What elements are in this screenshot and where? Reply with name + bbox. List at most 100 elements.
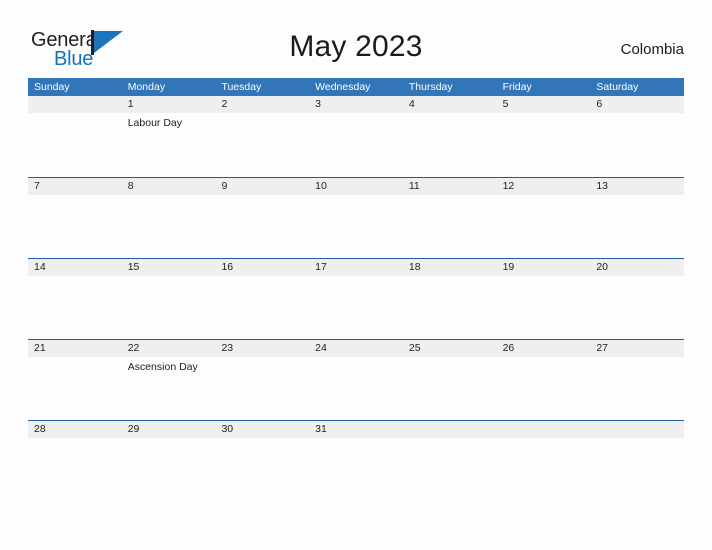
day-cell[interactable]: 5: [497, 96, 591, 113]
week-date-band: 7 8 9 10 11 12 13: [28, 178, 684, 195]
event-cell[interactable]: [215, 195, 309, 259]
event-cell[interactable]: [497, 357, 591, 421]
weekday-thursday: Thursday: [408, 81, 453, 93]
day-cell[interactable]: 31: [309, 421, 403, 438]
day-cell[interactable]: 9: [215, 178, 309, 195]
event-cell[interactable]: [28, 276, 122, 340]
week-date-band: 1 2 3 4 5 6: [28, 96, 684, 113]
event-cell[interactable]: Ascension Day: [122, 357, 216, 421]
week-date-band: 21 22 23 24 25 26 27: [28, 340, 684, 357]
week-event-layer: [28, 195, 684, 259]
day-cell[interactable]: 15: [122, 259, 216, 276]
day-cell[interactable]: 28: [28, 421, 122, 438]
event-cell[interactable]: [403, 276, 497, 340]
day-cell[interactable]: 10: [309, 178, 403, 195]
weekday-sunday: Sunday: [34, 81, 70, 93]
day-cell[interactable]: [403, 421, 497, 438]
day-cell[interactable]: 11: [403, 178, 497, 195]
event-cell[interactable]: [590, 276, 684, 340]
day-cell[interactable]: 25: [403, 340, 497, 357]
day-cell[interactable]: 18: [403, 259, 497, 276]
week-date-band: 14 15 16 17 18 19 20: [28, 259, 684, 276]
page-title: May 2023: [289, 30, 423, 63]
event-cell[interactable]: [122, 438, 216, 502]
day-cell[interactable]: 19: [497, 259, 591, 276]
event-cell[interactable]: [28, 113, 122, 177]
day-cell[interactable]: 20: [590, 259, 684, 276]
event-cell[interactable]: [403, 438, 497, 502]
week-event-layer: [28, 438, 684, 502]
event-cell[interactable]: Labour Day: [122, 113, 216, 177]
day-cell[interactable]: 6: [590, 96, 684, 113]
day-cell[interactable]: 26: [497, 340, 591, 357]
event-cell[interactable]: [403, 357, 497, 421]
day-cell[interactable]: 22: [122, 340, 216, 357]
event-cell[interactable]: [497, 113, 591, 177]
week-row: 28 29 30 31: [28, 420, 684, 501]
event-cell[interactable]: [122, 195, 216, 259]
day-cell[interactable]: 21: [28, 340, 122, 357]
event-cell[interactable]: [497, 438, 591, 502]
day-cell[interactable]: 4: [403, 96, 497, 113]
event-cell[interactable]: [309, 438, 403, 502]
event-cell[interactable]: [28, 195, 122, 259]
event-cell[interactable]: [590, 438, 684, 502]
weekday-wednesday: Wednesday: [315, 81, 371, 93]
event-cell[interactable]: [28, 357, 122, 421]
page-header: General Blue May 2023 Colombia: [0, 0, 712, 76]
event-cell[interactable]: [403, 195, 497, 259]
event-label: Labour Day: [127, 117, 183, 129]
region-label: Colombia: [620, 41, 684, 58]
week-event-layer: [28, 276, 684, 340]
event-cell[interactable]: [590, 195, 684, 259]
weekday-friday: Friday: [502, 81, 532, 93]
event-cell[interactable]: [215, 113, 309, 177]
day-cell[interactable]: 8: [122, 178, 216, 195]
event-cell[interactable]: [403, 113, 497, 177]
event-cell[interactable]: [497, 276, 591, 340]
event-cell[interactable]: [28, 438, 122, 502]
day-cell[interactable]: 30: [215, 421, 309, 438]
day-cell[interactable]: 3: [309, 96, 403, 113]
day-cell[interactable]: 2: [215, 96, 309, 113]
event-label: Ascension Day: [127, 361, 198, 373]
day-cell[interactable]: 14: [28, 259, 122, 276]
day-cell[interactable]: 16: [215, 259, 309, 276]
day-cell[interactable]: 29: [122, 421, 216, 438]
weekday-saturday: Saturday: [596, 81, 639, 93]
day-cell[interactable]: 27: [590, 340, 684, 357]
week-row: 1 2 3 4 5 6 Labour Day: [28, 96, 684, 177]
day-cell[interactable]: [28, 96, 122, 113]
calendar-grid: Sunday Monday Tuesday Wednesday Thursday…: [28, 78, 684, 501]
week-row: 7 8 9 10 11 12 13: [28, 177, 684, 258]
weekday-header-row: Sunday Monday Tuesday Wednesday Thursday…: [28, 78, 684, 96]
event-cell[interactable]: [309, 357, 403, 421]
day-cell[interactable]: [497, 421, 591, 438]
event-cell[interactable]: [122, 276, 216, 340]
day-cell[interactable]: 1: [122, 96, 216, 113]
week-row: 21 22 23 24 25 26 27 Ascension Day: [28, 339, 684, 420]
event-cell[interactable]: [215, 276, 309, 340]
week-event-layer: Ascension Day: [28, 357, 684, 421]
event-cell[interactable]: [215, 438, 309, 502]
event-cell[interactable]: [215, 357, 309, 421]
day-cell[interactable]: 7: [28, 178, 122, 195]
event-cell[interactable]: [497, 195, 591, 259]
day-cell[interactable]: 13: [590, 178, 684, 195]
day-cell[interactable]: 24: [309, 340, 403, 357]
weekday-tuesday: Tuesday: [221, 81, 262, 93]
day-cell[interactable]: 23: [215, 340, 309, 357]
day-cell[interactable]: 12: [497, 178, 591, 195]
calendar-page: General Blue May 2023 Colombia Sunday Mo…: [0, 0, 712, 550]
event-cell[interactable]: [309, 195, 403, 259]
day-cell[interactable]: [590, 421, 684, 438]
week-row: 14 15 16 17 18 19 20: [28, 258, 684, 339]
week-date-band: 28 29 30 31: [28, 421, 684, 438]
event-cell[interactable]: [590, 357, 684, 421]
week-event-layer: Labour Day: [28, 113, 684, 177]
weekday-monday: Monday: [127, 81, 166, 93]
event-cell[interactable]: [309, 113, 403, 177]
event-cell[interactable]: [309, 276, 403, 340]
event-cell[interactable]: [590, 113, 684, 177]
day-cell[interactable]: 17: [309, 259, 403, 276]
